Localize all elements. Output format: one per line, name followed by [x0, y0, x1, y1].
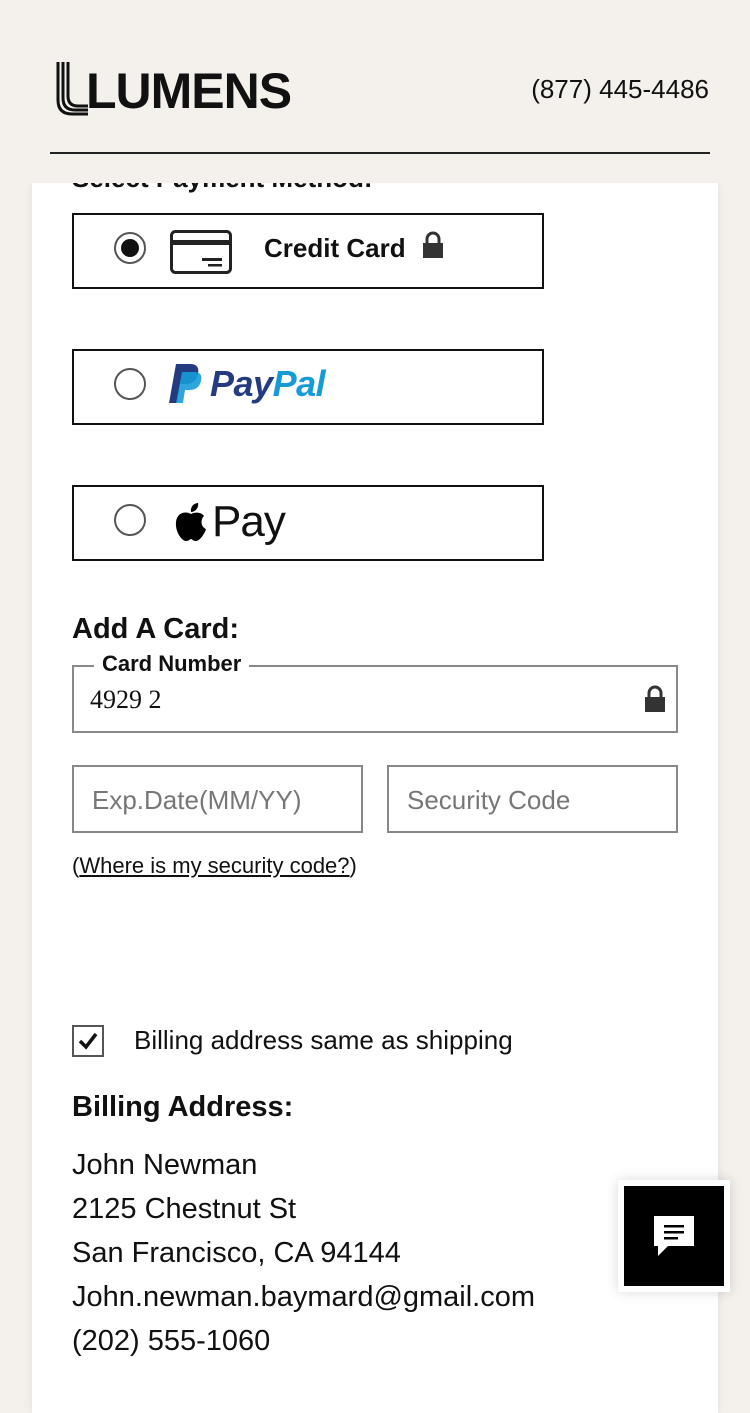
payment-option-apple-pay[interactable]: Pay: [72, 485, 544, 561]
checkout-panel: Select Payment Method: Credit Card PayPa…: [32, 163, 718, 1413]
help-paren-close: ): [349, 853, 357, 878]
security-code-help-link[interactable]: Where is my security code?: [79, 853, 349, 878]
credit-card-icon: [170, 230, 232, 274]
security-code-help: (Where is my security code?): [72, 853, 357, 879]
chat-button[interactable]: [618, 1180, 730, 1292]
paypal-p-icon: [169, 364, 202, 403]
apple-pay-text: Pay: [212, 497, 286, 546]
billing-street: 2125 Chestnut St: [72, 1193, 297, 1225]
paypal-radio[interactable]: [114, 368, 146, 400]
billing-phone: (202) 555-1060: [72, 1325, 271, 1357]
checkmark-icon: [78, 1032, 98, 1050]
lock-icon: [645, 685, 665, 712]
security-code-input[interactable]: Security Code: [387, 765, 678, 833]
apple-pay-logo: Pay: [174, 497, 286, 547]
card-number-field[interactable]: Card Number 4929 2: [72, 651, 678, 733]
chat-icon: [654, 1216, 694, 1256]
apple-pay-radio[interactable]: [114, 504, 146, 536]
exp-date-input[interactable]: Exp.Date(MM/YY): [72, 765, 363, 833]
billing-address-title: Billing Address:: [72, 1091, 294, 1123]
exp-date-placeholder: Exp.Date(MM/YY): [92, 785, 302, 815]
billing-same-checkbox[interactable]: [72, 1025, 104, 1057]
credit-card-label: Credit Card: [264, 233, 406, 263]
card-number-label: Card Number: [94, 651, 250, 677]
payment-option-credit-card[interactable]: Credit Card: [72, 213, 544, 289]
credit-card-radio[interactable]: [114, 232, 146, 264]
header-divider: [50, 152, 710, 154]
logo-text: LUMENS: [86, 63, 292, 119]
apple-logo-icon: [175, 503, 206, 541]
billing-address-block: John Newman 2125 Chestnut St San Francis…: [72, 1143, 535, 1363]
lock-icon: [423, 231, 443, 258]
security-code-placeholder: Security Code: [407, 785, 571, 815]
payment-option-paypal[interactable]: PayPal: [72, 349, 544, 425]
logo-mark-icon: [56, 62, 88, 116]
site-header: LUMENS (877) 445-4486: [0, 0, 750, 183]
add-card-title: Add A Card:: [72, 613, 240, 645]
lumens-logo[interactable]: LUMENS: [54, 60, 292, 119]
paypal-logo: PayPal: [168, 363, 326, 405]
billing-city: San Francisco, CA 94144: [72, 1237, 401, 1269]
billing-email: John.newman.baymard@gmail.com: [72, 1281, 536, 1313]
header-phone[interactable]: (877) 445-4486: [531, 74, 709, 105]
paypal-text-pay: Pay: [210, 363, 273, 404]
card-number-value[interactable]: 4929 2: [90, 685, 162, 715]
paypal-text-pal: Pal: [272, 363, 326, 404]
billing-name: John Newman: [72, 1149, 258, 1181]
billing-same-label[interactable]: Billing address same as shipping: [134, 1025, 513, 1056]
